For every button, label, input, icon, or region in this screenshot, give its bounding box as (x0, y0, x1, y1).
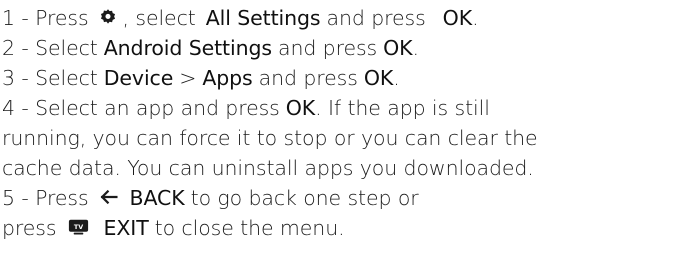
step-5-back: BACK (129, 186, 185, 210)
step-2-ok: OK (383, 36, 413, 60)
step-5-line2-rest: to close the menu. (154, 216, 345, 240)
back-arrow-icon (100, 189, 118, 205)
step-2-mid: and press (277, 36, 378, 60)
gear-icon (100, 9, 115, 24)
step-5-exit: EXIT (103, 216, 149, 240)
step-5-line2-prefix: press (2, 216, 57, 240)
step-5-line-2: press TV EXIT to close the menu. (2, 213, 677, 243)
step-3-device: Device (103, 66, 174, 90)
step-3-mid: and press (258, 66, 358, 90)
step-3-prefix: 3 - Select (2, 66, 98, 90)
step-1-mid2: and press (326, 6, 426, 30)
step-4-prefix: 4 - Select an app and press (2, 96, 280, 120)
step-5: 5 - Press BACK to go back one step or (2, 183, 677, 213)
step-1-mid: , select (122, 6, 196, 30)
step-1-all-settings: All Settings (205, 6, 321, 30)
tv-icon: TV (69, 219, 89, 235)
instruction-list: 1 - Press, select All Settings and press OK… (2, 3, 677, 243)
step-4-line3-text: cache data. You can uninstall apps you d… (2, 156, 534, 180)
step-1-prefix: 1 - Press (2, 6, 89, 30)
step-5-prefix: 5 - Press (2, 186, 89, 210)
step-4-line2-text: running, you can force it to stop or you… (2, 126, 538, 150)
step-1: 1 - Press , select All Settings and press OK… (2, 3, 677, 33)
step-1-end: . (472, 6, 479, 30)
step-2-prefix: 2 - Select (2, 36, 98, 60)
step-3-end: . (393, 66, 400, 90)
step-4-line-3: cache data. You can uninstall apps you d… (2, 153, 677, 183)
step-3-apps: Apps (202, 66, 253, 90)
step-3-ok: OK (363, 66, 394, 90)
step-3: 3 - Select Device > Apps and press OK. (2, 63, 677, 93)
step-5-rest: to go back one step or (190, 186, 419, 210)
step-3-sep: > (179, 66, 197, 90)
step-2-end: . (412, 36, 420, 60)
step-4-line-2: running, you can force it to stop or you… (2, 123, 677, 153)
step-4: 4 - Select an app and press OK. If the ap… (2, 93, 677, 123)
svg-text:TV: TV (74, 223, 83, 231)
step-1-ok: OK (442, 6, 473, 30)
step-2-android-settings: Android Settings (103, 36, 272, 60)
step-4-ok: OK (285, 96, 316, 120)
step-4-rest: . If the app is still (315, 96, 490, 120)
step-2: 2 - Select Android Settings and press OK. (2, 33, 677, 63)
